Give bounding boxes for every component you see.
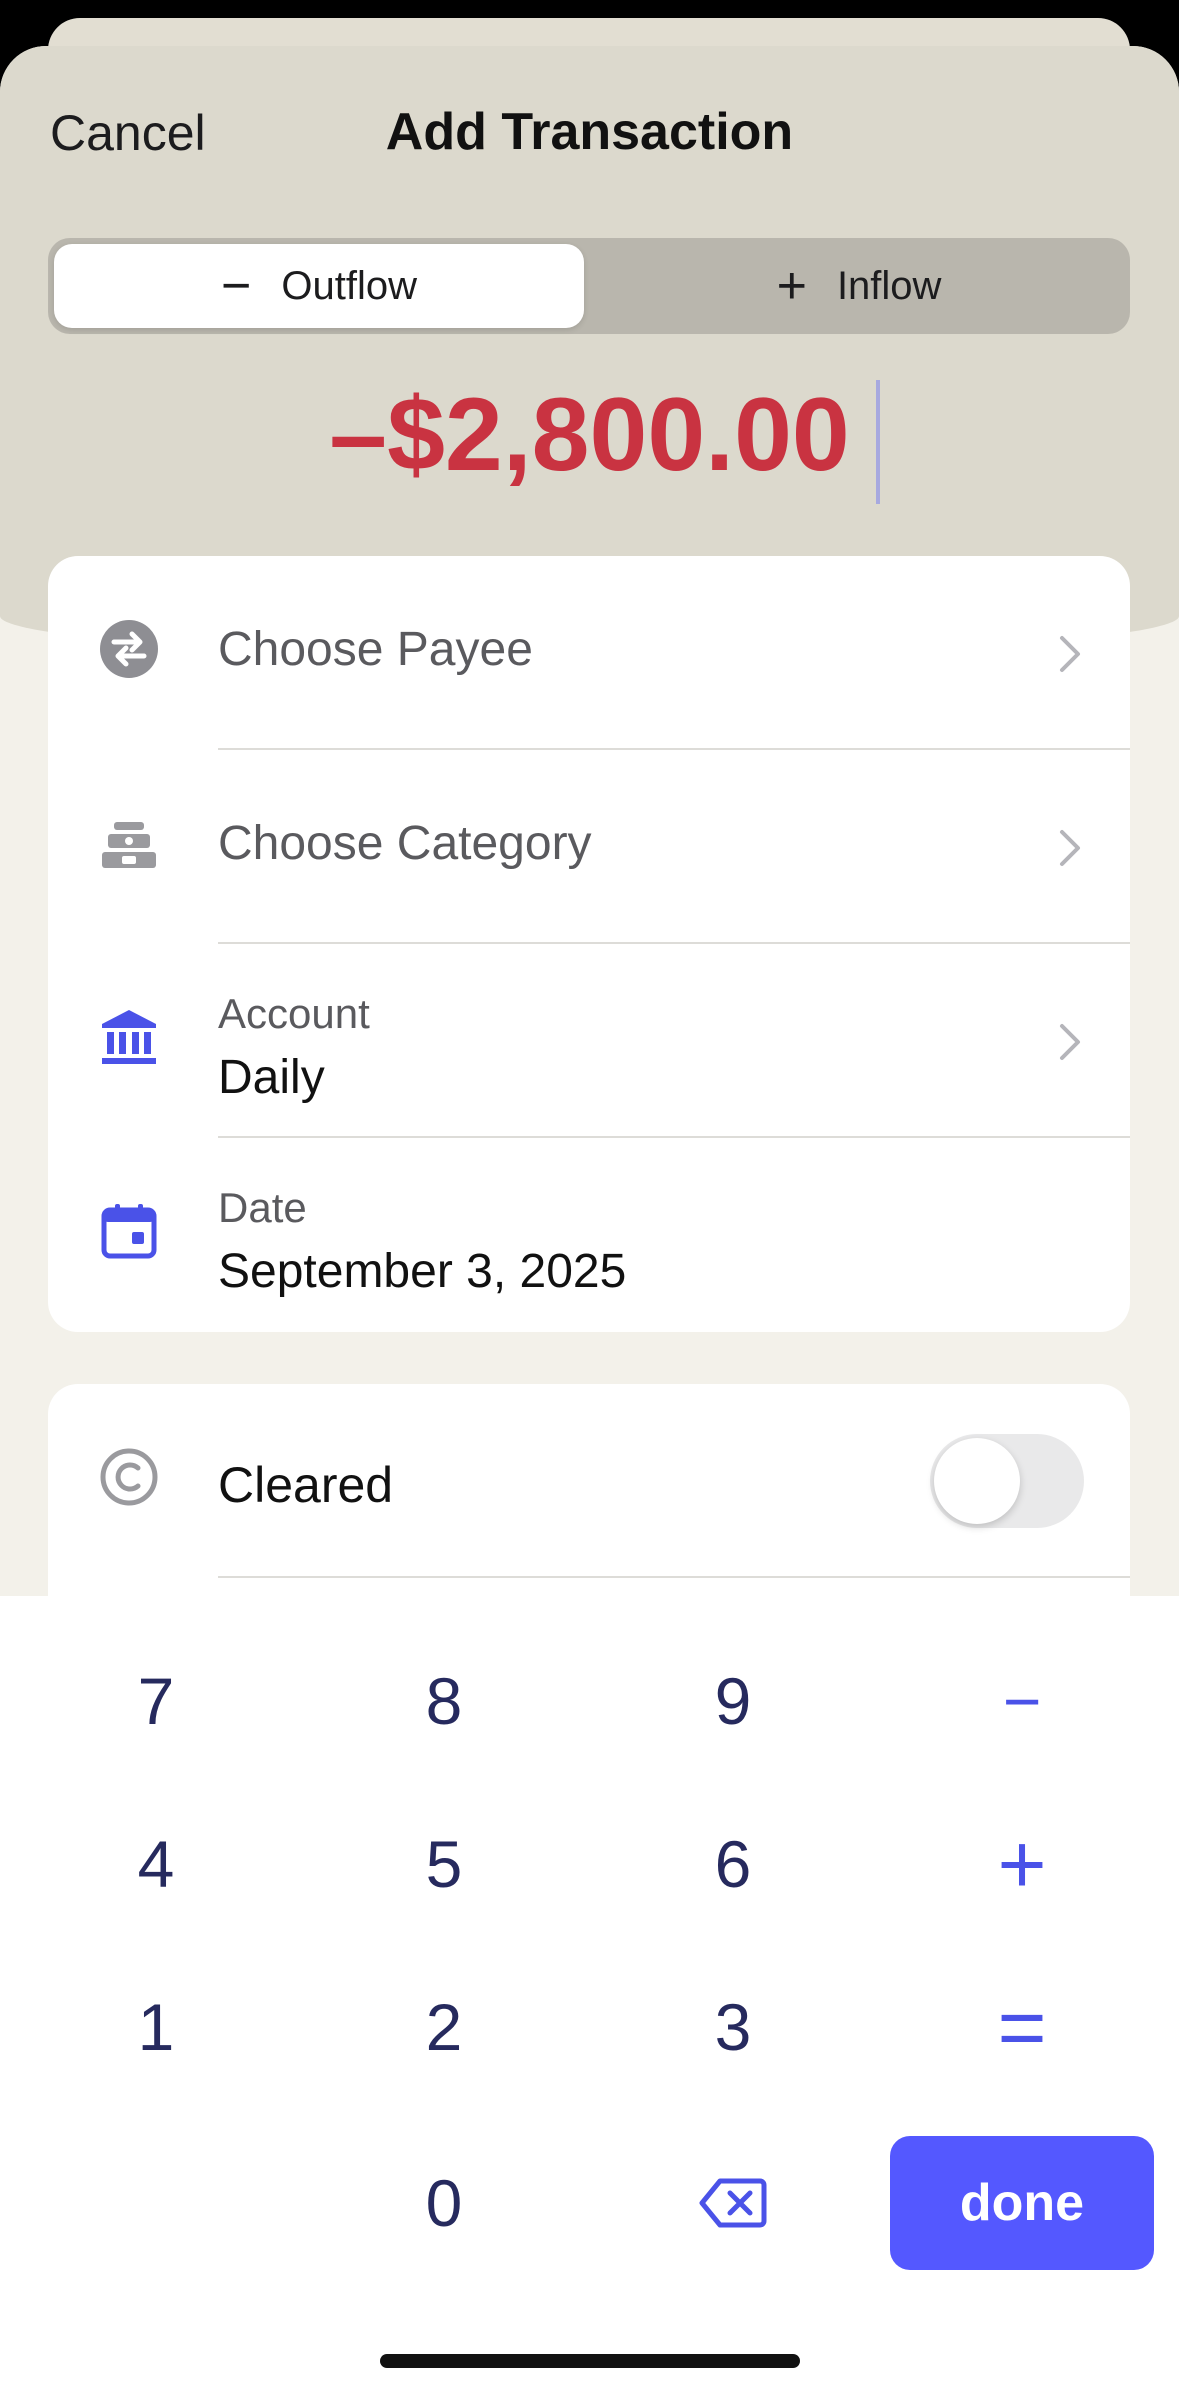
nav-bar: Cancel Add Transaction (0, 46, 1179, 216)
date-value: September 3, 2025 (218, 1245, 627, 1298)
transaction-details-card: Choose Payee Choose Category Account Dai… (48, 556, 1130, 1332)
copyright-circle-icon (100, 1448, 158, 1506)
category-label: Choose Category (218, 817, 592, 870)
done-button[interactable]: done (890, 2136, 1154, 2270)
minus-key[interactable]: − (902, 1636, 1142, 1766)
minus-icon: − (221, 257, 252, 315)
chevron-right-icon (1060, 1024, 1080, 1060)
chevron-right-icon (1060, 830, 1080, 866)
plus-icon: + (776, 257, 807, 315)
key-5[interactable]: 5 (324, 1799, 564, 1929)
category-tray-icon (102, 822, 156, 868)
outflow-segment[interactable]: − Outflow (54, 244, 584, 328)
page-title: Add Transaction (385, 103, 794, 161)
swap-arrows-icon (100, 620, 158, 678)
plus-key[interactable]: + (902, 1799, 1142, 1929)
key-2[interactable]: 2 (324, 1962, 564, 2092)
calendar-icon (101, 1204, 157, 1259)
date-label: Date (218, 1184, 307, 1231)
key-6[interactable]: 6 (613, 1799, 853, 1929)
account-row[interactable]: Account Daily (48, 944, 1130, 1138)
home-indicator (380, 2354, 800, 2368)
inflow-segment[interactable]: + Inflow (594, 244, 1124, 328)
payee-label: Choose Payee (218, 623, 533, 676)
outflow-label: Outflow (281, 263, 417, 308)
inflow-label: Inflow (836, 263, 942, 308)
number-keypad: 7 8 9 − 4 5 6 + 1 2 3 = 0 done (0, 1596, 1179, 2396)
chevron-right-icon (1060, 636, 1080, 672)
date-row[interactable]: Date September 3, 2025 (48, 1138, 1130, 1332)
key-9[interactable]: 9 (613, 1636, 853, 1766)
key-3[interactable]: 3 (613, 1962, 853, 2092)
key-1[interactable]: 1 (36, 1962, 276, 2092)
bank-icon (102, 1010, 156, 1064)
account-value: Daily (218, 1051, 325, 1104)
equals-key[interactable]: = (902, 1962, 1142, 2092)
backspace-icon (699, 2178, 767, 2228)
key-8[interactable]: 8 (324, 1636, 564, 1766)
backspace-key[interactable] (613, 2138, 853, 2268)
cleared-row: Cleared (48, 1384, 1130, 1578)
key-4[interactable]: 4 (36, 1799, 276, 1929)
cleared-label: Cleared (218, 1457, 394, 1513)
category-row[interactable]: Choose Category (48, 750, 1130, 944)
payee-row[interactable]: Choose Payee (48, 556, 1130, 750)
account-label: Account (218, 990, 370, 1037)
amount-display[interactable]: –$2,800.00 (0, 376, 1179, 495)
cleared-toggle[interactable] (930, 1434, 1084, 1528)
toggle-knob (934, 1438, 1020, 1524)
key-7[interactable]: 7 (36, 1636, 276, 1766)
text-cursor (876, 380, 880, 504)
row-divider (218, 1576, 1130, 1578)
flow-segmented-control: − Outflow + Inflow (48, 238, 1130, 334)
key-0[interactable]: 0 (324, 2138, 564, 2268)
